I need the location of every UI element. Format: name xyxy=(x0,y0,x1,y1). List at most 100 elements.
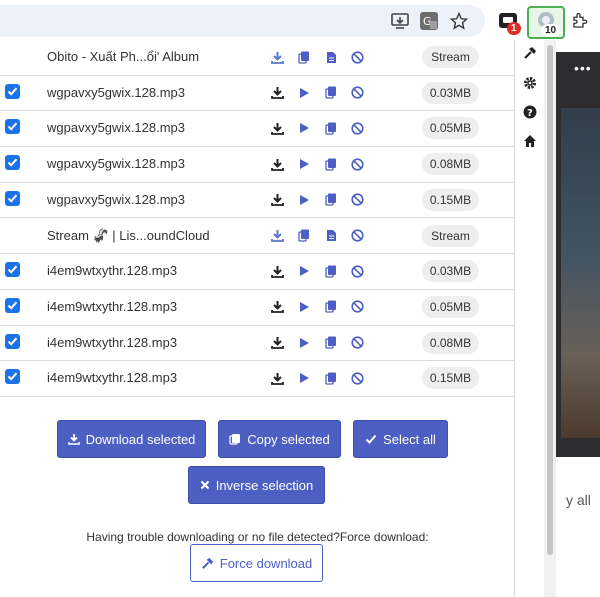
select-all-button[interactable]: Select all xyxy=(353,420,448,458)
svg-text:?: ? xyxy=(527,108,533,119)
file-name: wgpavxy5gwix.128.mp3 xyxy=(47,84,186,100)
block-icon[interactable] xyxy=(350,229,364,243)
list-item[interactable]: i4em9wtxythr.128.mp3 0.05MB xyxy=(0,290,514,326)
copy-selected-label: Copy selected xyxy=(247,431,330,447)
block-icon[interactable] xyxy=(350,336,364,350)
download-icon[interactable] xyxy=(270,371,284,385)
background-text: y all xyxy=(566,492,591,508)
file-name: i4em9wtxythr.128.mp3 xyxy=(47,334,178,350)
block-icon[interactable] xyxy=(350,157,364,171)
list-item[interactable]: wgpavxy5gwix.128.mp3 0.03MB xyxy=(0,76,514,112)
copy-icon xyxy=(229,434,241,445)
row-checkbox[interactable] xyxy=(5,369,20,385)
extensions-puzzle-icon[interactable] xyxy=(569,10,591,32)
file-name: wgpavxy5gwix.128.mp3 xyxy=(47,120,186,136)
row-checkbox[interactable] xyxy=(5,155,20,171)
list-item[interactable]: wgpavxy5gwix.128.mp3 0.05MB xyxy=(0,111,514,148)
inverse-selection-button[interactable]: Inverse selection xyxy=(188,466,325,504)
copy-icon[interactable] xyxy=(324,371,338,385)
play-icon[interactable] xyxy=(297,121,311,135)
file-icon[interactable] xyxy=(324,50,338,64)
file-size-badge: 0.08MB xyxy=(422,331,479,354)
file-size-badge: 0.15MB xyxy=(422,367,479,390)
block-icon[interactable] xyxy=(350,50,364,64)
copy-icon[interactable] xyxy=(324,193,338,207)
chat-extension-icon[interactable]: 1 xyxy=(497,10,521,35)
copy-selected-button[interactable]: Copy selected xyxy=(218,420,341,458)
download-icon[interactable] xyxy=(270,50,284,64)
file-name: Obito - Xuất Ph...ổi' Album xyxy=(47,49,200,64)
background-image xyxy=(561,108,600,438)
file-name: i4em9wtxythr.128.mp3 xyxy=(47,370,178,386)
hammer-icon[interactable] xyxy=(522,45,538,61)
file-icon[interactable] xyxy=(324,229,338,243)
address-bar[interactable] xyxy=(0,5,485,37)
download-icon[interactable] xyxy=(270,336,284,350)
bookmark-star-icon[interactable] xyxy=(448,10,470,32)
play-icon[interactable] xyxy=(297,193,311,207)
file-name: i4em9wtxythr.128.mp3 xyxy=(47,298,178,314)
play-icon[interactable] xyxy=(297,300,311,314)
copy-icon[interactable] xyxy=(324,336,338,350)
download-icon[interactable] xyxy=(270,229,284,243)
play-icon[interactable] xyxy=(297,371,311,385)
download-icon[interactable] xyxy=(270,193,284,207)
play-icon[interactable] xyxy=(297,264,311,278)
copy-icon[interactable] xyxy=(324,86,338,100)
gear-icon[interactable] xyxy=(522,75,538,91)
row-checkbox[interactable] xyxy=(5,83,20,99)
scrollbar-thumb[interactable] xyxy=(547,45,553,555)
download-icon[interactable] xyxy=(270,300,284,314)
block-icon[interactable] xyxy=(350,193,364,207)
list-item[interactable]: i4em9wtxythr.128.mp3 0.08MB xyxy=(0,326,514,362)
trouble-message: Having trouble downloading or no file de… xyxy=(86,530,429,544)
inverse-selection-label: Inverse selection xyxy=(215,477,314,493)
help-icon[interactable]: ? xyxy=(522,104,538,120)
file-size-badge: 0.03MB xyxy=(422,81,479,104)
download-icon[interactable] xyxy=(270,264,284,278)
file-size-badge: 0.08MB xyxy=(422,153,479,176)
file-size-badge: 0.05MB xyxy=(422,117,479,140)
list-item[interactable]: i4em9wtxythr.128.mp3 0.03MB xyxy=(0,254,514,290)
row-checkbox[interactable] xyxy=(5,190,20,206)
install-app-icon[interactable] xyxy=(389,10,411,32)
translate-icon[interactable]: G xyxy=(418,10,440,32)
block-icon[interactable] xyxy=(350,86,364,100)
row-checkbox[interactable] xyxy=(5,262,20,278)
more-icon: ••• xyxy=(574,60,592,76)
select-all-label: Select all xyxy=(383,431,436,447)
block-icon[interactable] xyxy=(350,264,364,278)
list-item[interactable]: Obito - Xuất Ph...ổi' Album Stream xyxy=(0,40,514,76)
download-icon[interactable] xyxy=(270,86,284,100)
file-name: Stream 🦨 | Lis...oundCloud xyxy=(47,227,210,243)
block-icon[interactable] xyxy=(350,300,364,314)
copy-icon[interactable] xyxy=(324,157,338,171)
row-checkbox[interactable] xyxy=(5,333,20,349)
play-icon[interactable] xyxy=(297,86,311,100)
copy-icon[interactable] xyxy=(297,229,311,243)
download-icon[interactable] xyxy=(270,157,284,171)
play-icon[interactable] xyxy=(297,157,311,171)
home-icon[interactable] xyxy=(522,133,538,149)
extension-badge: 10 xyxy=(541,24,561,37)
force-download-button[interactable]: Force download xyxy=(190,544,323,582)
list-item[interactable]: wgpavxy5gwix.128.mp3 0.15MB xyxy=(0,183,514,219)
play-icon[interactable] xyxy=(297,336,311,350)
list-item[interactable]: i4em9wtxythr.128.mp3 0.15MB xyxy=(0,361,514,397)
copy-icon[interactable] xyxy=(324,300,338,314)
stream-recorder-extension-icon[interactable]: 10 xyxy=(527,6,565,39)
copy-icon[interactable] xyxy=(324,264,338,278)
download-icon[interactable] xyxy=(270,121,284,135)
file-name: wgpavxy5gwix.128.mp3 xyxy=(47,156,186,172)
list-item[interactable]: wgpavxy5gwix.128.mp3 0.08MB xyxy=(0,147,514,183)
copy-icon[interactable] xyxy=(297,50,311,64)
row-checkbox[interactable] xyxy=(5,297,20,313)
check-icon xyxy=(365,434,377,444)
row-checkbox[interactable] xyxy=(5,119,20,135)
download-selected-label: Download selected xyxy=(85,431,196,447)
list-item[interactable]: Stream 🦨 | Lis...oundCloud Stream xyxy=(0,219,514,255)
download-selected-button[interactable]: Download selected xyxy=(57,420,206,458)
block-icon[interactable] xyxy=(350,121,364,135)
block-icon[interactable] xyxy=(350,371,364,385)
copy-icon[interactable] xyxy=(324,121,338,135)
